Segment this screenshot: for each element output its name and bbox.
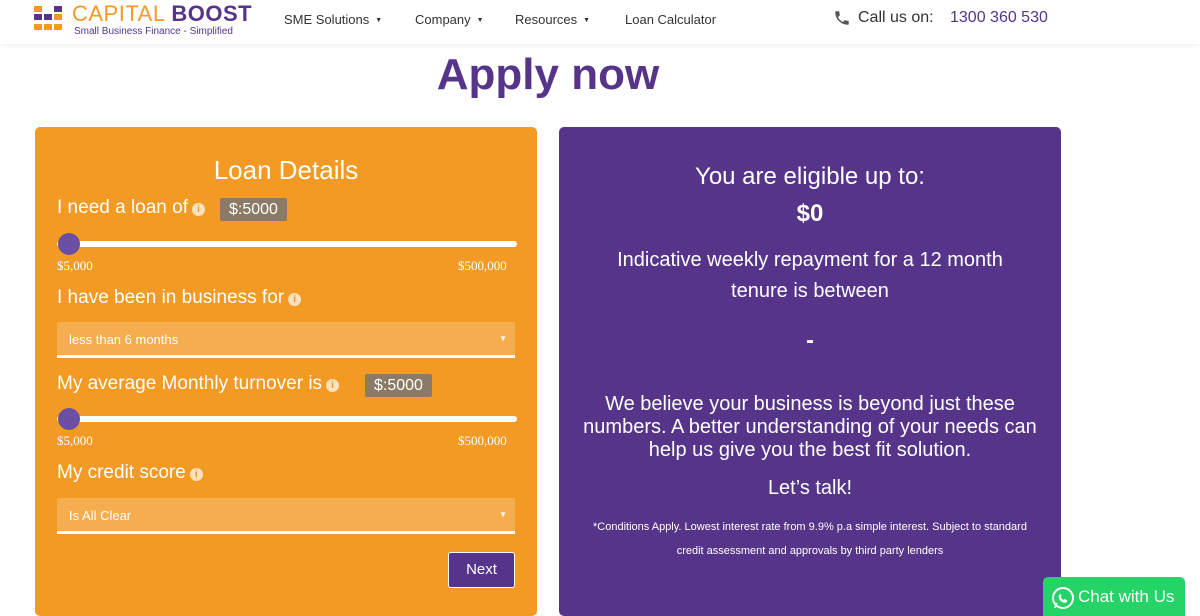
turnover-slider-thumb[interactable] [58,408,80,430]
logo-wordmark: CAPITAL BOOST [72,1,253,26]
nav-company[interactable]: Company ▼ [415,12,484,27]
lets-talk-text: Let’s talk! [767,477,853,499]
info-icon[interactable]: i [189,468,203,481]
nav-label: Resources [515,12,578,27]
eligibility-panel: You are eligible up to: $0 Indicative we… [559,127,1061,616]
loan-amount-slider-thumb[interactable] [58,233,80,255]
eligibility-heading: You are eligible up to: [695,163,925,190]
whatsapp-icon [1052,587,1074,609]
label-text: I have been in business for [57,287,285,308]
indicative-repayment-text: Indicative weekly repayment for a 12 mon… [617,249,1003,302]
site-header: CAPITAL BOOST Small Business Finance - S… [0,0,1200,44]
business-age-selected: less than 6 months [69,332,179,347]
label-text: My credit score [57,462,186,483]
loan-amount-value: $:5000 [220,198,287,221]
info-icon[interactable]: i [326,379,340,392]
nav-label: Company [415,12,471,27]
caret-down-icon: ▼ [476,17,484,24]
loan-details-title: Loan Details [213,155,359,185]
caret-down-icon: ▼ [499,334,507,343]
nav-resources[interactable]: Resources ▼ [515,12,590,27]
phone-icon [835,11,849,25]
repayment-range: - [806,327,814,354]
believe-text: We believe your business is beyond just … [583,393,1037,461]
chat-label: Chat with Us [1078,587,1175,606]
nav-loan-calculator[interactable]: Loan Calculator [625,12,716,27]
logo-grid-icon [34,4,68,38]
label-text: I need a loan of [57,197,188,218]
loan-amount-max: $500,000 [458,258,507,273]
call-label: Call us on: [858,9,934,26]
logo-tagline: Small Business Finance - Simplified [74,26,233,37]
credit-score-selected: Is All Clear [69,508,132,523]
page-title: Apply now [436,50,660,99]
next-button[interactable]: Next [448,552,515,588]
turnover-value: $:5000 [365,374,432,397]
caret-down-icon: ▼ [499,510,507,519]
label-text: My average Monthly turnover is [57,373,323,394]
chat-with-us-button[interactable]: Chat with Us [1043,577,1185,616]
conditions-text: *Conditions Apply. Lowest interest rate … [593,521,1027,557]
business-age-select[interactable]: less than 6 months ▼ [57,322,515,358]
turnover-label: My average Monthly turnover is i [57,373,340,395]
capital-boost-logo[interactable]: CAPITAL BOOST Small Business Finance - S… [34,1,254,40]
info-icon[interactable]: i [288,293,302,306]
credit-score-select[interactable]: Is All Clear ▼ [57,498,515,534]
nav-label: Loan Calculator [625,12,717,27]
credit-score-label: My credit score i [57,462,203,484]
loan-details-panel: Loan Details I need a loan of i $:5000 $5… [35,127,537,616]
info-icon[interactable]: i [192,203,205,216]
eligibility-amount: $0 [796,200,824,227]
business-age-label: I have been in business for i [57,287,302,309]
loan-amount-min: $5,000 [57,258,93,273]
turnover-slider[interactable] [57,408,517,430]
nav-sme-solutions[interactable]: SME Solutions ▼ [284,12,382,27]
turnover-max: $500,000 [458,433,507,448]
turnover-min: $5,000 [57,433,93,448]
loan-amount-slider[interactable] [57,233,517,255]
caret-down-icon: ▼ [583,17,591,24]
caret-down-icon: ▼ [375,17,383,24]
nav-label: SME Solutions [284,12,370,27]
loan-amount-label: I need a loan of i [57,197,205,219]
call-number-link[interactable]: 1300 360 530 [950,9,1048,27]
